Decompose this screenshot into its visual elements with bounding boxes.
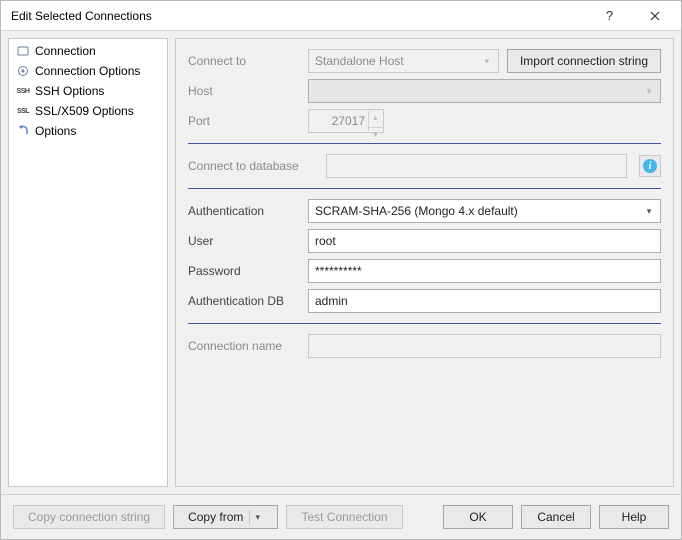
sidebar-item-label: SSH Options xyxy=(35,84,104,98)
footer: Copy connection string Copy from ▾ Test … xyxy=(1,494,681,539)
connect-to-dropdown: Standalone Host ▾ xyxy=(308,49,499,73)
sidebar-item-connection-options[interactable]: Connection Options xyxy=(9,61,167,81)
sidebar-item-label: SSL/X509 Options xyxy=(35,104,134,118)
chevron-down-icon: ▾ xyxy=(642,203,656,219)
ssh-icon: SSH xyxy=(15,83,31,99)
ssl-icon: SSL xyxy=(15,103,31,119)
sidebar-item-ssl-options[interactable]: SSL SSL/X509 Options xyxy=(9,101,167,121)
cancel-button[interactable]: Cancel xyxy=(521,505,591,529)
help-button[interactable]: Help xyxy=(599,505,669,529)
titlebar: Edit Selected Connections ? xyxy=(1,1,681,31)
chevron-down-icon: ▼ xyxy=(369,128,382,144)
chevron-down-icon: ▾ xyxy=(642,83,656,99)
gear-icon xyxy=(15,63,31,79)
sidebar: Connection Connection Options SSH SSH Op… xyxy=(8,38,168,487)
import-connection-string-button[interactable]: Import connection string xyxy=(507,49,661,73)
connection-icon xyxy=(15,43,31,59)
connect-to-value: Standalone Host xyxy=(315,53,404,69)
info-button[interactable]: i xyxy=(639,155,661,177)
copy-from-button[interactable]: Copy from ▾ xyxy=(173,505,278,529)
close-titlebar-button[interactable] xyxy=(632,1,677,30)
chevron-down-icon: ▾ xyxy=(480,53,494,69)
help-titlebar-button[interactable]: ? xyxy=(587,1,632,30)
close-icon xyxy=(650,11,660,21)
auth-db-label: Authentication DB xyxy=(188,294,300,308)
spinner-icon: ▲ ▼ xyxy=(368,111,382,131)
test-connection-button: Test Connection xyxy=(286,505,402,529)
edit-connections-dialog: Edit Selected Connections ? Connection C… xyxy=(0,0,682,540)
sidebar-item-connection[interactable]: Connection xyxy=(9,41,167,61)
sidebar-item-label: Connection Options xyxy=(35,64,140,78)
ok-button[interactable]: OK xyxy=(443,505,513,529)
host-label: Host xyxy=(188,84,300,98)
port-label: Port xyxy=(188,114,300,128)
connection-name-label: Connection name xyxy=(188,339,300,353)
sidebar-item-label: Connection xyxy=(35,44,96,58)
host-dropdown: ▾ xyxy=(308,79,661,103)
dialog-body: Connection Connection Options SSH SSH Op… xyxy=(1,31,681,494)
authentication-label: Authentication xyxy=(188,204,300,218)
section-conn-name: Connection name xyxy=(188,334,661,368)
auth-db-field[interactable]: admin xyxy=(308,289,661,313)
user-label: User xyxy=(188,234,300,248)
dialog-title: Edit Selected Connections xyxy=(11,9,587,23)
options-icon xyxy=(15,123,31,139)
sidebar-item-label: Options xyxy=(35,124,76,138)
port-stepper: 27017 ▲ ▼ xyxy=(308,109,384,133)
connect-to-label: Connect to xyxy=(188,54,300,68)
port-value: 27017 xyxy=(332,113,365,129)
password-field[interactable]: ********** xyxy=(308,259,661,283)
authentication-value: SCRAM-SHA-256 (Mongo 4.x default) xyxy=(315,203,518,219)
chevron-up-icon: ▲ xyxy=(369,111,382,128)
connection-name-field xyxy=(308,334,661,358)
password-label: Password xyxy=(188,264,300,278)
copy-connection-string-button: Copy connection string xyxy=(13,505,165,529)
section-auth: Authentication SCRAM-SHA-256 (Mongo 4.x … xyxy=(188,199,661,324)
sidebar-item-options[interactable]: Options xyxy=(9,121,167,141)
connect-database-field xyxy=(326,154,627,178)
info-icon: i xyxy=(643,159,657,173)
section-database: Connect to database i xyxy=(188,154,661,189)
authentication-dropdown[interactable]: SCRAM-SHA-256 (Mongo 4.x default) ▾ xyxy=(308,199,661,223)
connect-database-label: Connect to database xyxy=(188,159,318,173)
sidebar-item-ssh-options[interactable]: SSH SSH Options xyxy=(9,81,167,101)
chevron-down-icon: ▾ xyxy=(249,510,263,524)
main-panel: Connect to Standalone Host ▾ Import conn… xyxy=(175,38,674,487)
section-connect: Connect to Standalone Host ▾ Import conn… xyxy=(188,49,661,144)
user-field[interactable]: root xyxy=(308,229,661,253)
